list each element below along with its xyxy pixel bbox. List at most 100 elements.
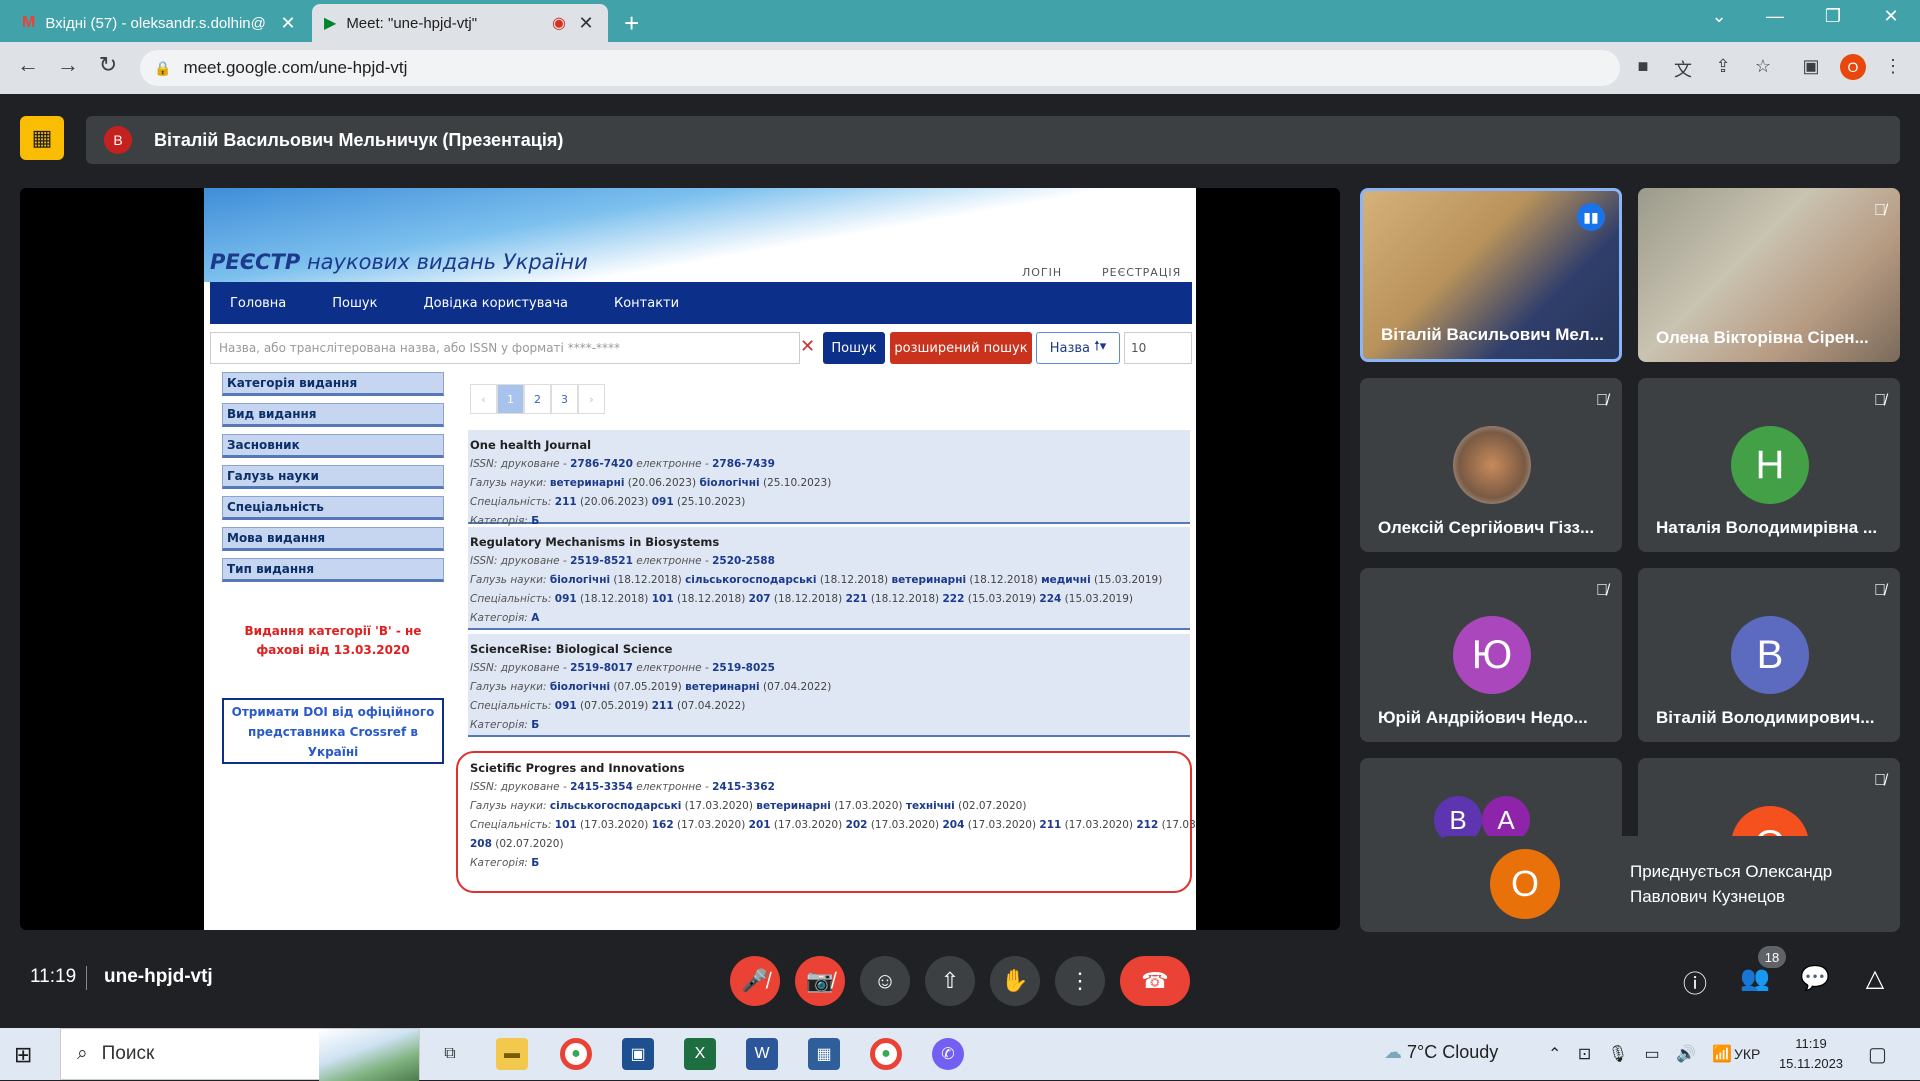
- taskbar-clock[interactable]: 11:19 15.11.2023: [1776, 1034, 1846, 1074]
- category-item: Вид видання: [222, 403, 444, 427]
- maximize-button[interactable]: ❐: [1808, 6, 1858, 27]
- start-button[interactable]: ⊞: [14, 1042, 32, 1068]
- system-tray-icons[interactable]: ⌃ ⊡ 🎙 ▭ 🔊 📶: [1548, 1044, 1738, 1064]
- clear-icon: ✕: [800, 336, 816, 357]
- journal-specs: Спеціальність: 091 (18.12.2018) 101 (18.…: [470, 593, 1133, 605]
- category-item: Спеціальність: [222, 496, 444, 520]
- bookmark-star-icon[interactable]: ☆: [1750, 56, 1776, 77]
- excel-icon[interactable]: X: [684, 1038, 716, 1070]
- journal-title: ScienceRise: Biological Science: [470, 642, 673, 656]
- camera-icon[interactable]: ■: [1630, 56, 1656, 77]
- journal-title: One health Journal: [470, 438, 592, 452]
- journal-fields: Галузь науки: ветеринарні (20.06.2023) б…: [470, 477, 832, 489]
- emoji-reaction-button[interactable]: ☺: [860, 956, 910, 1006]
- weather-widget[interactable]: ☁ 7°C Cloudy: [1384, 1042, 1498, 1063]
- forward-button[interactable]: →: [52, 52, 84, 78]
- mic-off-icon: 🎙̸: [1874, 202, 1886, 219]
- participant-tile[interactable]: 🎙̸ Олексій Сергійович Гізз...: [1360, 378, 1622, 552]
- leave-call-button[interactable]: ☎: [1120, 956, 1190, 1006]
- people-icon[interactable]: 👥: [1738, 964, 1772, 993]
- share-icon[interactable]: ⇪: [1710, 56, 1736, 77]
- pager-prev: ‹: [470, 384, 497, 414]
- journal-entry: ScienceRise: Biological Science ISSN: дру…: [468, 634, 1190, 737]
- save-app-icon[interactable]: ▣: [622, 1038, 654, 1070]
- avatar: Ю: [1453, 616, 1531, 694]
- reload-button[interactable]: ↻: [92, 52, 124, 78]
- mic-off-icon: 🎙̸: [1874, 392, 1886, 409]
- tab-meet[interactable]: ▶ Meet: "une-hpjd-vtj" ◉ ✕: [312, 4, 608, 42]
- tab-strip: M Вхідні (57) - oleksandr.s.dolhin@ ✕ ▶ …: [0, 0, 1920, 42]
- category-notice: Видання категорії 'В' - не фахові від 13…: [244, 624, 422, 657]
- language-indicator[interactable]: УКР: [1734, 1046, 1760, 1062]
- minimize-button[interactable]: —: [1750, 6, 1800, 27]
- more-options-button[interactable]: ⋮: [1055, 956, 1105, 1006]
- chat-icon[interactable]: 💬: [1798, 964, 1832, 993]
- tab-search-icon[interactable]: ⌄: [1694, 6, 1744, 27]
- file-explorer-icon[interactable]: ▬: [496, 1038, 528, 1070]
- meeting-info-icon[interactable]: ⓘ: [1678, 964, 1712, 999]
- chrome-icon[interactable]: ●: [560, 1038, 592, 1070]
- participant-name: Наталія Володимирівна ...: [1656, 518, 1878, 537]
- category-item: Мова видання: [222, 527, 444, 551]
- journal-category: Категорія: Б: [470, 857, 540, 869]
- journal-specs: Спеціальність: 101 (17.03.2020) 162 (17.…: [470, 819, 1196, 831]
- participant-tile[interactable]: 🎙̸ В Віталій Володимирович...: [1638, 568, 1900, 742]
- word-icon[interactable]: W: [746, 1038, 778, 1070]
- raise-hand-button[interactable]: ✋: [990, 956, 1040, 1006]
- side-panel-icon[interactable]: ▣: [1798, 56, 1824, 77]
- journal-fields: Галузь науки: біологічні (07.05.2019) ве…: [470, 681, 832, 693]
- pagination: ‹ 1 2 3 ›: [470, 384, 605, 414]
- category-item: Галузь науки: [222, 465, 444, 489]
- taskbar-search[interactable]: ⌕ Поиск: [60, 1028, 420, 1081]
- meet-controls: 11:19 une-hpjd-vtj 🎤̸ 📷̸ ☺ ⇧ ✋ ⋮ ☎ ⓘ 18 …: [0, 932, 1920, 1028]
- meeting-code: une-hpjd-vtj: [104, 966, 213, 987]
- close-window-button[interactable]: ✕: [1866, 6, 1916, 27]
- url-bar[interactable]: 🔒 meet.google.com/une-hpjd-vtj: [140, 50, 1620, 86]
- presentation-icon[interactable]: ▦: [20, 116, 64, 160]
- mic-toggle-button[interactable]: 🎤̸: [730, 956, 780, 1006]
- pager-next: ›: [578, 384, 605, 414]
- avatar: О: [1490, 849, 1560, 919]
- registry-search-button: Пошук: [823, 332, 885, 364]
- task-view-icon[interactable]: ⧉: [434, 1038, 466, 1070]
- journal-title: Scietific Progres and Innovations: [470, 761, 685, 775]
- sort-button: Назва 🠕▾: [1036, 332, 1120, 364]
- kebab-menu-icon[interactable]: ⋮: [1880, 56, 1906, 77]
- participant-tile[interactable]: 🎙̸ Олена Вікторівна Сірен...: [1638, 188, 1900, 362]
- profile-avatar[interactable]: O: [1840, 54, 1866, 80]
- present-screen-button[interactable]: ⇧: [925, 956, 975, 1006]
- category-item: Засновник: [222, 434, 444, 458]
- participant-tile[interactable]: ▮▮ Віталій Васильович Мел...: [1360, 188, 1622, 362]
- search-icon: ⌕: [77, 1043, 88, 1064]
- calculator-icon[interactable]: ▦: [808, 1038, 840, 1070]
- tab-gmail[interactable]: M Вхідні (57) - oleksandr.s.dolhin@ ✕: [10, 4, 310, 42]
- participant-name: Віталій Васильович Мел...: [1381, 325, 1604, 344]
- back-button[interactable]: ←: [12, 52, 44, 78]
- participant-tile[interactable]: 🎙̸ Н Наталія Володимирівна ...: [1638, 378, 1900, 552]
- close-tab-icon[interactable]: ✕: [278, 13, 298, 34]
- new-tab-button[interactable]: +: [624, 8, 639, 39]
- notifications-icon[interactable]: ▢: [1868, 1042, 1887, 1067]
- participant-name: Віталій Володимирович...: [1656, 708, 1875, 727]
- journal-issn: ISSN: друковане - 2519-8521 електронне -…: [470, 555, 775, 567]
- participant-tile[interactable]: 🎙̸ Ю Юрій Андрійович Недо...: [1360, 568, 1622, 742]
- participant-name: Олексій Сергійович Гізз...: [1378, 518, 1595, 537]
- presenter-bar: В Віталій Васильович Мельничук (Презента…: [86, 116, 1900, 164]
- url-text: meet.google.com/une-hpjd-vtj: [183, 58, 408, 77]
- participant-name: Олена Вікторівна Сірен...: [1656, 328, 1869, 347]
- address-bar-row: ← → ↻ 🔒 meet.google.com/une-hpjd-vtj ■ 文…: [0, 42, 1920, 94]
- journal-issn: ISSN: друковане - 2786-7420 електронне -…: [470, 458, 775, 470]
- translate-icon[interactable]: 文: [1670, 56, 1696, 82]
- activities-icon[interactable]: △: [1858, 964, 1892, 993]
- pager-page: 2: [524, 384, 551, 414]
- close-tab-icon[interactable]: ✕: [576, 13, 596, 34]
- viber-icon[interactable]: ✆: [932, 1038, 964, 1070]
- camera-toggle-button[interactable]: 📷̸: [795, 956, 845, 1006]
- meet-app: ▦ В Віталій Васильович Мельничук (Презен…: [0, 94, 1920, 1028]
- join-text: Приєднується Олександр Павлович Кузнецов: [1630, 862, 1833, 906]
- mic-off-icon: 🎙̸: [1874, 772, 1886, 789]
- category-item: Категорія видання: [222, 372, 444, 396]
- speaking-icon: ▮▮: [1577, 203, 1605, 231]
- chrome-active-icon[interactable]: ●: [870, 1038, 902, 1070]
- journal-category: Категорія: А: [470, 612, 540, 624]
